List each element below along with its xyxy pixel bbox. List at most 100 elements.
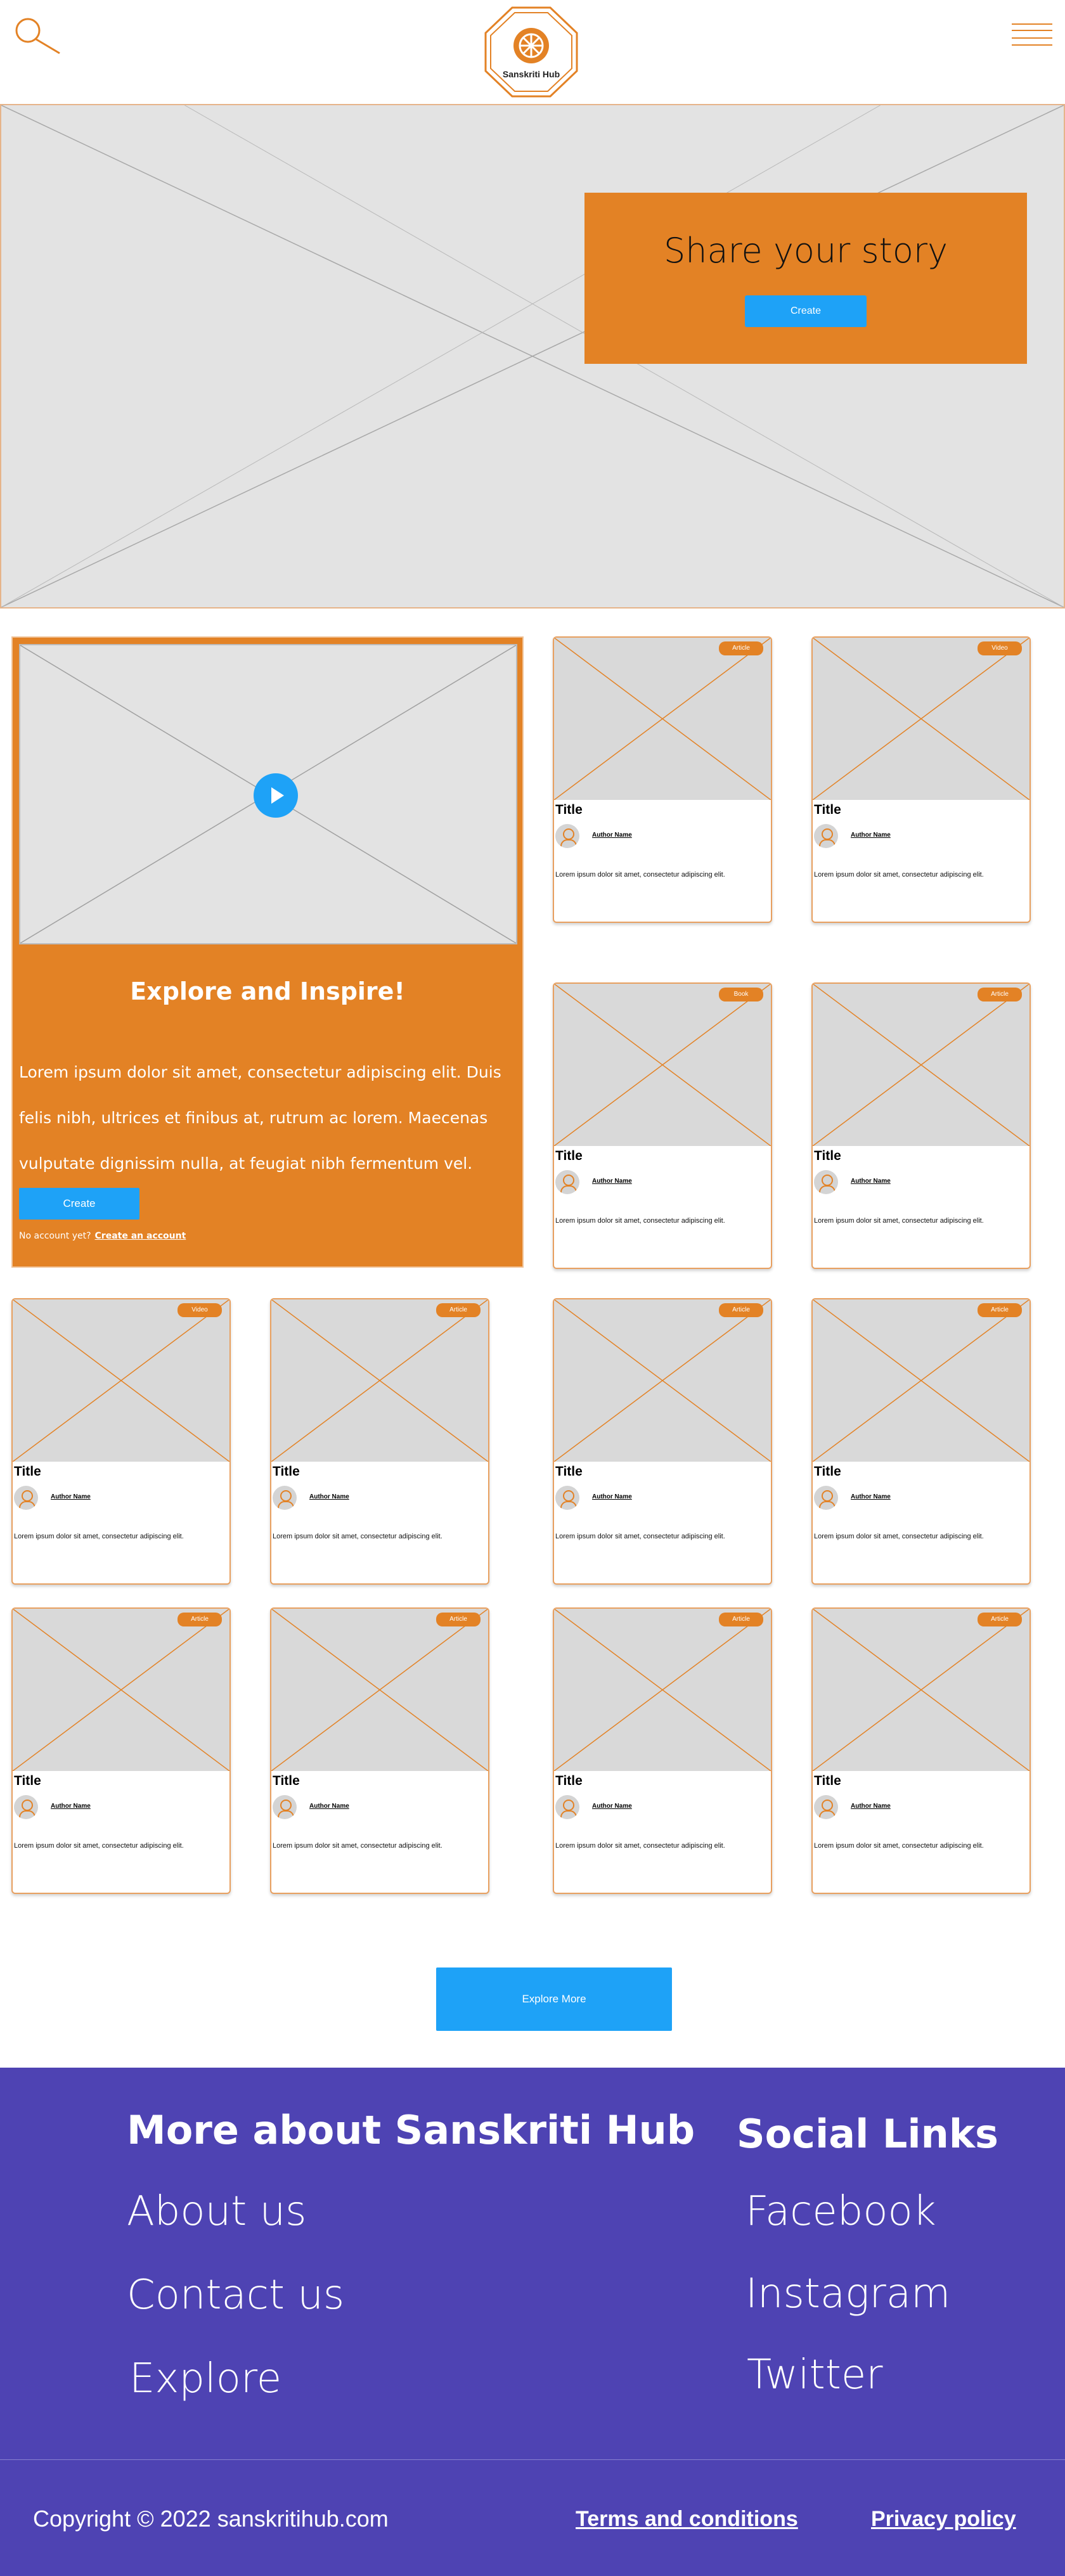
author-name-link[interactable]: Author Name (851, 1493, 891, 1500)
author-avatar (814, 1795, 838, 1819)
card-type-badge: Article (978, 988, 1022, 1001)
explore-more-button[interactable]: Explore More (436, 1967, 672, 2031)
author-avatar (14, 1795, 38, 1819)
card-type-badge: Video (978, 641, 1022, 655)
card-title: Title (814, 802, 841, 817)
content-card[interactable]: Article Title Author Name Lorem ipsum dolor… (811, 1298, 1031, 1585)
footer-link-about[interactable]: About us (127, 2188, 306, 2235)
image-placeholder (813, 984, 1030, 1146)
content-card[interactable]: Article Title Author Name Lorem ipsum dolor… (811, 1607, 1031, 1894)
content-card[interactable]: Book Title Author Name Lorem ipsum dolor si… (553, 982, 772, 1269)
card-title: Title (814, 1149, 841, 1163)
card-title: Title (555, 802, 583, 817)
card-type-badge: Article (978, 1613, 1022, 1626)
content-card[interactable]: Video Title Author Name Lorem ipsum dolor s… (811, 636, 1031, 923)
footer-link-instagram[interactable]: Instagram (746, 2270, 950, 2317)
create-button[interactable]: Create (19, 1188, 139, 1220)
logo[interactable]: Sanskriti Hub (484, 6, 578, 98)
content-card[interactable]: Article Title Author Name Lorem ipsum dolor… (270, 1607, 489, 1894)
card-title: Title (555, 1464, 583, 1479)
card-thumbnail (13, 1609, 229, 1771)
hero-banner: Share your story Create (0, 104, 1065, 609)
card-type-badge: Article (719, 1303, 763, 1317)
card-description: Lorem ipsum dolor sit amet, consectetur … (555, 1842, 725, 1850)
author-name-link[interactable]: Author Name (309, 1493, 349, 1500)
author-name-link[interactable]: Author Name (851, 1803, 891, 1810)
card-title: Title (814, 1774, 841, 1788)
footer-social-heading: Social Links (737, 2111, 998, 2157)
image-placeholder (813, 638, 1030, 800)
author-avatar (555, 824, 579, 848)
content-card[interactable]: Article Title Author Name Lorem ipsum dolor… (553, 1298, 772, 1585)
feature-title: Explore and Inspire! (130, 977, 405, 1005)
author-name-link[interactable]: Author Name (592, 1178, 632, 1185)
content-card[interactable]: Video Title Author Name Lorem ipsum dolor s… (11, 1298, 231, 1585)
card-type-badge: Article (436, 1613, 481, 1626)
terms-link[interactable]: Terms and conditions (576, 2507, 798, 2532)
card-description: Lorem ipsum dolor sit amet, consectetur … (273, 1533, 442, 1540)
content-card[interactable]: Article Title Author Name Lorem ipsum dolor… (553, 1607, 772, 1894)
image-placeholder (13, 1609, 229, 1771)
card-title: Title (555, 1774, 583, 1788)
feature-panel: Explore and Inspire! Lorem ipsum dolor s… (11, 636, 524, 1268)
card-title: Title (814, 1464, 841, 1479)
author-avatar (555, 1795, 579, 1819)
card-thumbnail (271, 1609, 488, 1771)
author-avatar (555, 1170, 579, 1194)
image-placeholder (813, 1609, 1030, 1771)
image-placeholder (813, 1299, 1030, 1462)
author-name-link[interactable]: Author Name (51, 1803, 91, 1810)
share-story-panel: Share your story Create (584, 193, 1027, 364)
privacy-link[interactable]: Privacy policy (871, 2507, 1016, 2532)
author-avatar (273, 1486, 297, 1510)
footer-link-facebook[interactable]: Facebook (746, 2188, 936, 2235)
card-description: Lorem ipsum dolor sit amet, consectetur … (814, 1533, 984, 1540)
content-card[interactable]: Article Title Author Name Lorem ipsum dolor… (11, 1607, 231, 1894)
author-name-link[interactable]: Author Name (851, 1178, 891, 1185)
no-account-text: No account yet? (19, 1231, 91, 1241)
card-description: Lorem ipsum dolor sit amet, consectetur … (14, 1533, 184, 1540)
author-avatar (273, 1795, 297, 1819)
copyright-text: Copyright © 2022 sanskritihub.com (33, 2506, 389, 2532)
author-avatar (14, 1486, 38, 1510)
author-name-link[interactable]: Author Name (592, 1493, 632, 1500)
share-story-title: Share your story (663, 231, 948, 271)
card-thumbnail (554, 984, 771, 1146)
card-type-badge: Article (178, 1613, 222, 1626)
play-icon[interactable] (254, 773, 298, 818)
card-thumbnail (813, 1609, 1030, 1771)
card-type-badge: Video (178, 1303, 222, 1317)
author-name-link[interactable]: Author Name (592, 1803, 632, 1810)
author-avatar (555, 1486, 579, 1510)
image-placeholder (271, 1609, 488, 1771)
footer: More about Sanskriti Hub About us Contac… (0, 2068, 1065, 2459)
logo-text: Sanskriti Hub (503, 69, 560, 79)
footer-link-twitter[interactable]: Twitter (747, 2352, 883, 2399)
create-account-link[interactable]: Create an account (95, 1231, 186, 1241)
author-name-link[interactable]: Author Name (51, 1493, 91, 1500)
card-thumbnail (554, 1299, 771, 1462)
card-thumbnail (13, 1299, 229, 1462)
card-description: Lorem ipsum dolor sit amet, consectetur … (273, 1842, 442, 1850)
card-title: Title (273, 1464, 300, 1479)
card-description: Lorem ipsum dolor sit amet, consectetur … (814, 1842, 984, 1850)
hamburger-menu-icon[interactable] (1012, 23, 1052, 47)
card-type-badge: Article (436, 1303, 481, 1317)
card-type-badge: Article (719, 641, 763, 655)
content-card[interactable]: Article Title Author Name Lorem ipsum dolor… (553, 636, 772, 923)
author-name-link[interactable]: Author Name (851, 832, 891, 839)
footer-link-explore[interactable]: Explore (129, 2355, 281, 2402)
footer-link-contact[interactable]: Contact us (127, 2272, 344, 2319)
create-story-button[interactable]: Create (745, 295, 867, 327)
content-card[interactable]: Article Title Author Name Lorem ipsum dolor… (811, 982, 1031, 1269)
card-title: Title (14, 1464, 41, 1479)
content-card[interactable]: Article Title Author Name Lorem ipsum dolor… (270, 1298, 489, 1585)
author-name-link[interactable]: Author Name (309, 1803, 349, 1810)
author-avatar (814, 824, 838, 848)
card-title: Title (14, 1774, 41, 1788)
author-avatar (814, 1486, 838, 1510)
author-name-link[interactable]: Author Name (592, 832, 632, 839)
search-icon[interactable] (11, 15, 62, 56)
image-placeholder (554, 638, 771, 800)
feature-video[interactable] (19, 644, 517, 944)
